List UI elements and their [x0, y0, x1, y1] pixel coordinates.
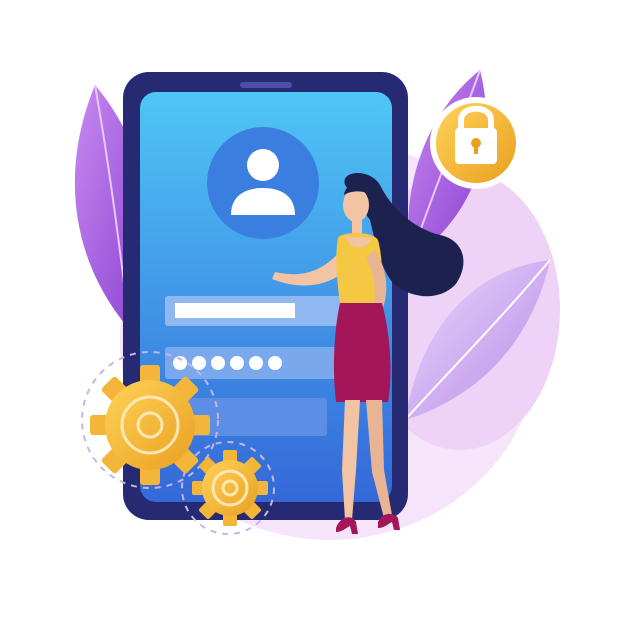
- skirt: [333, 303, 391, 402]
- password-dot: [230, 356, 244, 370]
- illustration-canvas: [74, 69, 560, 540]
- password-dot: [192, 356, 206, 370]
- user-avatar-icon: [207, 127, 319, 239]
- phone-speaker: [240, 82, 292, 88]
- password-dot: [249, 356, 263, 370]
- gear-icon-large: [90, 365, 210, 485]
- gear-icon-small: [192, 450, 268, 526]
- padlock-icon: [430, 97, 522, 189]
- password-dot: [211, 356, 225, 370]
- password-dot: [268, 356, 282, 370]
- login-illustration: [0, 0, 626, 626]
- username-field[interactable]: [165, 296, 365, 326]
